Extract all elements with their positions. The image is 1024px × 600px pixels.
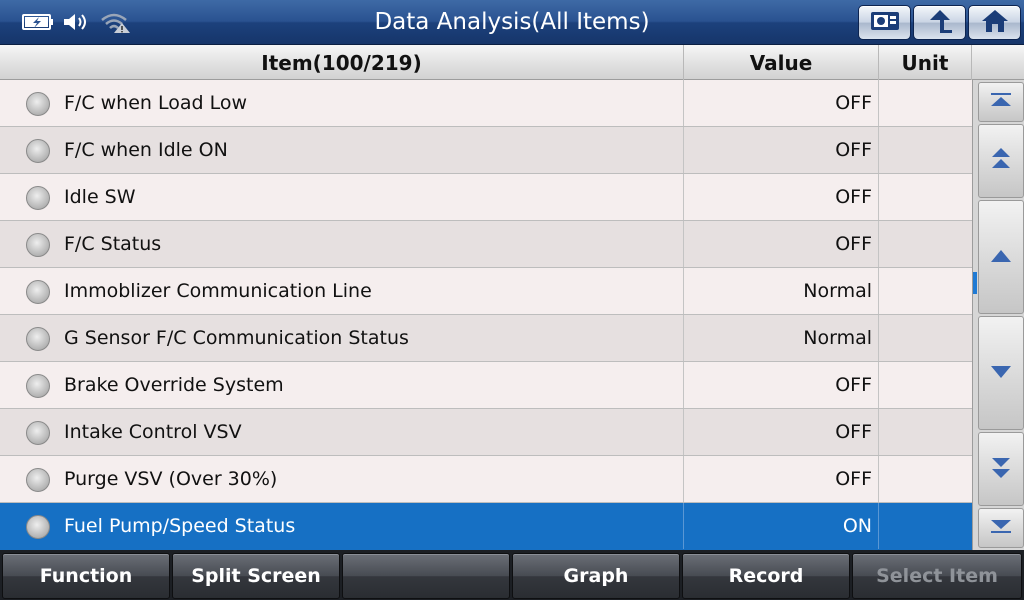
unit-cell [879, 409, 972, 455]
record-button[interactable]: Record [682, 553, 850, 599]
line-down-icon [990, 364, 1012, 383]
page-down-button[interactable] [978, 432, 1024, 506]
scroll-bottom-icon [989, 518, 1013, 538]
item-label: Brake Override System [64, 374, 284, 396]
value-cell: OFF [684, 362, 879, 408]
item-label: Idle SW [64, 186, 136, 208]
unit-cell [879, 174, 972, 220]
radio-button[interactable] [26, 327, 50, 351]
item-label: Purge VSV (Over 30%) [64, 468, 278, 490]
radio-button[interactable] [26, 374, 50, 398]
radio-button[interactable] [26, 421, 50, 445]
split-screen-button[interactable]: Split Screen [172, 553, 340, 599]
item-cell: G Sensor F/C Communication Status [0, 315, 684, 361]
table-row[interactable]: G Sensor F/C Communication Status Normal [0, 315, 972, 362]
radio-button[interactable] [26, 468, 50, 492]
back-arrow-icon [925, 8, 955, 38]
radio-button[interactable] [26, 186, 50, 210]
item-label: Fuel Pump/Speed Status [64, 515, 296, 537]
blank-button[interactable] [342, 553, 510, 599]
value-cell: OFF [684, 127, 879, 173]
item-cell: Fuel Pump/Speed Status [0, 503, 684, 549]
radio-button[interactable] [26, 515, 50, 539]
item-cell: F/C when Idle ON [0, 127, 684, 173]
table-row[interactable]: F/C when Load Low OFF [0, 80, 972, 127]
unit-cell [879, 503, 972, 549]
function-button[interactable]: Function [2, 553, 170, 599]
item-cell: Brake Override System [0, 362, 684, 408]
bottom-toolbar: Function Split Screen Graph Record Selec… [0, 550, 1024, 600]
value-cell: OFF [684, 409, 879, 455]
table-row-selected[interactable]: Fuel Pump/Speed Status ON [0, 503, 972, 550]
scroll-top-button[interactable] [978, 82, 1024, 122]
table-row[interactable]: Intake Control VSV OFF [0, 409, 972, 456]
table-row[interactable]: Purge VSV (Over 30%) OFF [0, 456, 972, 503]
page-up-button[interactable] [978, 124, 1024, 198]
radio-button[interactable] [26, 139, 50, 163]
screenshot-icon [869, 9, 901, 37]
table-header: Item(100/219) Value Unit [0, 45, 1024, 80]
value-cell: ON [684, 503, 879, 549]
value-cell: OFF [684, 456, 879, 502]
unit-cell [879, 127, 972, 173]
scroll-position-indicator [973, 272, 977, 294]
table-row[interactable]: F/C Status OFF [0, 221, 972, 268]
item-label: G Sensor F/C Communication Status [64, 327, 409, 349]
unit-cell [879, 456, 972, 502]
data-table: F/C when Load Low OFF F/C when Idle ON O… [0, 80, 972, 550]
radio-button[interactable] [26, 92, 50, 116]
back-button[interactable] [913, 5, 966, 40]
scroll-top-icon [989, 92, 1013, 112]
home-button[interactable] [968, 5, 1021, 40]
value-cell: Normal [684, 268, 879, 314]
line-up-icon [990, 248, 1012, 267]
table-row[interactable]: Immoblizer Communication Line Normal [0, 268, 972, 315]
unit-cell [879, 362, 972, 408]
line-down-button[interactable] [978, 316, 1024, 430]
item-cell: F/C Status [0, 221, 684, 267]
graph-button[interactable]: Graph [512, 553, 680, 599]
column-header-spacer [972, 45, 1024, 80]
table-row[interactable]: Idle SW OFF [0, 174, 972, 221]
unit-cell [879, 80, 972, 126]
item-label: F/C when Load Low [64, 92, 248, 114]
table-row[interactable]: F/C when Idle ON OFF [0, 127, 972, 174]
radio-button[interactable] [26, 280, 50, 304]
item-cell: F/C when Load Low [0, 80, 684, 126]
value-cell: OFF [684, 80, 879, 126]
screenshot-button[interactable] [858, 5, 911, 40]
value-cell: OFF [684, 221, 879, 267]
unit-cell [879, 315, 972, 361]
column-header-value: Value [684, 45, 879, 80]
unit-cell [879, 221, 972, 267]
item-label: F/C Status [64, 233, 162, 255]
item-cell: Idle SW [0, 174, 684, 220]
title-bar: Data Analysis(All Items) [0, 0, 1024, 45]
column-header-unit: Unit [879, 45, 972, 80]
scroll-bottom-button[interactable] [978, 508, 1024, 548]
item-label: Immoblizer Communication Line [64, 280, 372, 302]
value-cell: OFF [684, 174, 879, 220]
select-item-button[interactable]: Select Item [852, 553, 1022, 599]
item-cell: Intake Control VSV [0, 409, 684, 455]
item-cell: Purge VSV (Over 30%) [0, 456, 684, 502]
item-label: Intake Control VSV [64, 421, 242, 443]
line-up-button[interactable] [978, 200, 1024, 314]
item-cell: Immoblizer Communication Line [0, 268, 684, 314]
table-row[interactable]: Brake Override System OFF [0, 362, 972, 409]
radio-button[interactable] [26, 233, 50, 257]
value-cell: Normal [684, 315, 879, 361]
page-down-icon [989, 455, 1013, 483]
home-icon [980, 8, 1010, 38]
column-header-item: Item(100/219) [0, 45, 684, 80]
page-up-icon [989, 147, 1013, 175]
item-label: F/C when Idle ON [64, 139, 228, 161]
unit-cell [879, 268, 972, 314]
